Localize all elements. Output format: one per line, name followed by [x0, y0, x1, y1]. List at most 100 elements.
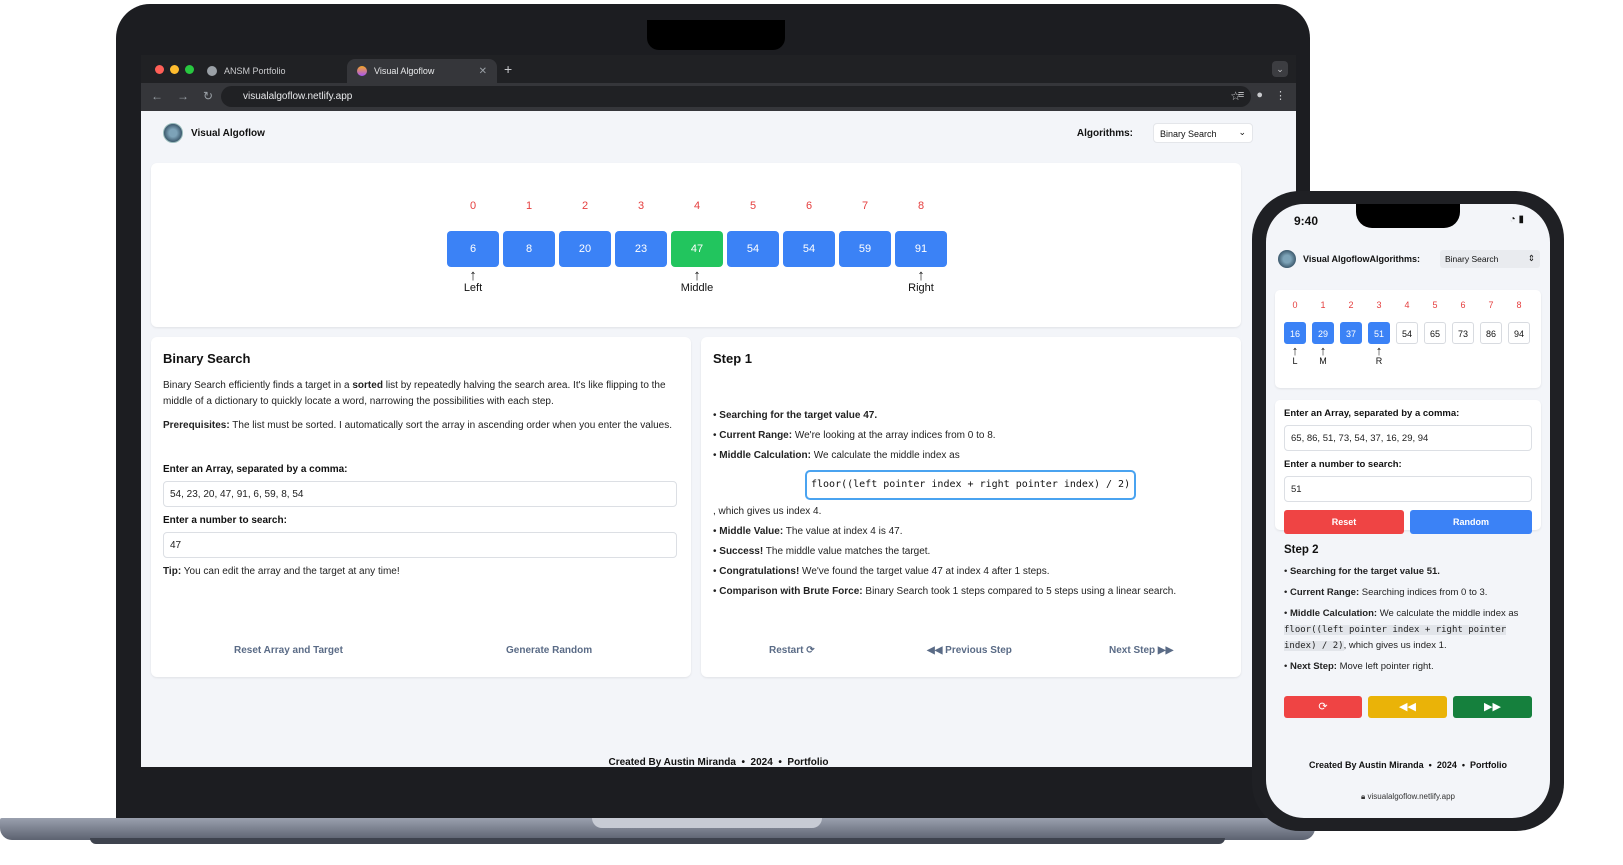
algorithm-selected: Binary Search — [1160, 129, 1217, 139]
algorithm-select[interactable]: Binary Search ⇕ — [1440, 250, 1540, 268]
new-tab-button[interactable]: + — [504, 61, 512, 77]
algorithm-info-panel: Binary Search Binary Search efficiently … — [151, 337, 691, 677]
array-cell: 16 — [1284, 322, 1306, 344]
array-index-label: 6 — [1460, 300, 1466, 310]
next-step-button[interactable]: ▶▶ — [1453, 696, 1532, 718]
reset-button[interactable]: Reset — [1284, 510, 1404, 534]
tip-text: Tip: You can edit the array and the targ… — [163, 566, 400, 577]
step-item: • Searching for the target value 47. — [713, 410, 878, 421]
algoflow-favicon-icon — [357, 66, 367, 76]
status-time: 9:40 — [1294, 214, 1319, 228]
reload-icon[interactable]: ↻ — [203, 89, 213, 103]
target-input-label: Enter a number to search: — [1284, 459, 1402, 470]
array-index-label: 8 — [1516, 300, 1522, 310]
random-button[interactable]: Random — [1410, 510, 1532, 534]
array-cell: 73 — [1452, 322, 1474, 344]
step-explanation-panel: Step 1 • Searching for the target value … — [701, 337, 1241, 677]
array-cell: 54 — [1396, 322, 1418, 344]
app-header: Visual Algoflow Algorithms: Binary Searc… — [163, 121, 1253, 145]
camera-notch — [647, 20, 785, 50]
restart-button[interactable]: Restart ⟳ — [769, 645, 815, 656]
browser-toolbar: ← → ↻ visualalgoflow.netlify.app ☆ ≡ ● ⋮ — [141, 83, 1296, 111]
close-window-button[interactable] — [155, 65, 164, 74]
app-footer: Created By Austin Miranda • 2024 • Portf… — [608, 757, 829, 767]
pointer-middle: ↑ M — [1312, 344, 1334, 366]
pointer-label: Right — [908, 282, 934, 294]
phone-step-explanation: Step 2 • Searching for the target value … — [1284, 542, 1534, 680]
step-item: • Congratulations! We've found the targe… — [713, 566, 1050, 577]
next-step-button[interactable]: Next Step ▶▶ — [1109, 645, 1173, 656]
step-item: • Current Range: Searching indices from … — [1284, 587, 1488, 598]
menu-icon[interactable]: ⋮ — [1275, 89, 1286, 102]
year: 2024 — [750, 757, 773, 767]
array-input[interactable]: 54, 23, 20, 47, 91, 6, 59, 8, 54 — [163, 481, 677, 507]
pointer-label: Left — [463, 282, 483, 294]
reset-array-button[interactable]: Reset Array and Target — [234, 645, 343, 656]
array-cell: 65 — [1424, 322, 1446, 344]
tab-visual-algoflow[interactable]: Visual Algoflow ✕ — [347, 59, 497, 83]
toolbar-actions: ≡ ● ⋮ — [1238, 89, 1286, 102]
array-cell: 6 — [447, 231, 499, 267]
algorithm-title: Binary Search — [163, 351, 251, 366]
phone-array-visualization: 0 16 1 29 2 37 3 51 4 54 5 65 6 73 7 86 8 94 ↑ L ↑ M ↑ R — [1275, 290, 1541, 388]
array-index-label: 6 — [805, 200, 813, 212]
year: 2024 — [1436, 760, 1457, 770]
array-index-label: 3 — [1376, 300, 1382, 310]
playlist-icon[interactable]: ≡ — [1238, 89, 1244, 102]
previous-step-button[interactable]: ◀◀ Previous Step — [927, 645, 1012, 656]
close-tab-icon[interactable]: ✕ — [479, 66, 487, 77]
step-item: , which gives us index 4. — [713, 506, 822, 517]
formula-box: floor((left pointer index + right pointe… — [805, 470, 1137, 500]
arrow-up-icon: ↑ — [1375, 343, 1383, 358]
chevron-down-icon: ⌄ — [1238, 127, 1246, 137]
array-input-label: Enter an Array, separated by a comma: — [163, 464, 348, 475]
laptop-base-foot — [90, 838, 1225, 844]
phone-app-header: Visual AlgoflowAlgorithms: Binary Search… — [1278, 248, 1540, 270]
portfolio-link[interactable]: Portfolio — [787, 757, 828, 767]
pointer-left: ↑ Left — [443, 268, 503, 295]
target-input-label: Enter a number to search: — [163, 515, 287, 526]
restart-button[interactable]: ⟳ — [1284, 696, 1362, 718]
array-index-label: 2 — [581, 200, 589, 212]
pointer-label: R — [1375, 356, 1383, 366]
algorithm-description: Binary Search efficiently finds a target… — [163, 380, 666, 407]
pointer-label: M — [1319, 356, 1327, 366]
address-bar[interactable]: visualalgoflow.netlify.app ☆ — [221, 86, 1251, 107]
array-input[interactable]: 65, 86, 51, 73, 54, 37, 16, 29, 94 — [1284, 425, 1532, 451]
brand-name: Visual Algoflow — [191, 127, 265, 139]
target-input[interactable]: 51 — [1284, 476, 1532, 502]
fast-forward-icon: ▶▶ — [1484, 701, 1501, 713]
minimize-window-button[interactable] — [170, 65, 179, 74]
tab-search-button[interactable]: ⌄ — [1272, 61, 1288, 77]
algoflow-logo-icon — [1278, 250, 1296, 268]
visual-algoflow-app: Visual Algoflow Algorithms: Binary Searc… — [141, 111, 1296, 767]
profile-icon[interactable]: ● — [1256, 89, 1263, 102]
back-icon[interactable]: ← — [151, 89, 163, 103]
algorithm-select[interactable]: Binary Search ⌄ — [1153, 123, 1253, 143]
step-title: Step 1 — [713, 351, 753, 366]
pointer-label: Middle — [680, 282, 714, 294]
array-index-label: 3 — [637, 200, 645, 212]
phone-url-bar[interactable]: 🔒︎ visualalgoflow.netlify.app — [1266, 792, 1550, 802]
arrow-up-icon: ↑ — [693, 267, 701, 284]
forward-icon[interactable]: → — [177, 89, 189, 103]
previous-step-button[interactable]: ◀◀ — [1368, 696, 1447, 718]
target-input[interactable]: 47 — [163, 532, 677, 558]
window-controls — [155, 65, 194, 74]
array-index-label: 0 — [469, 200, 477, 212]
restart-icon: ⟳ — [806, 645, 815, 656]
array-cell: 51 — [1368, 322, 1390, 344]
nav-buttons: ← → ↻ — [151, 89, 213, 103]
array-cell: 94 — [1508, 322, 1530, 344]
chevron-updown-icon: ⇕ — [1527, 253, 1535, 263]
lock-icon: 🔒︎ — [1361, 792, 1366, 801]
portfolio-link[interactable]: Portfolio — [1470, 760, 1507, 770]
device-mockup-stage: ANSM Portfolio ✕ Visual Algoflow ✕ + ⌄ ←… — [0, 0, 1623, 865]
step-item: • Next Step: Move left pointer right. — [1284, 661, 1434, 672]
array-index-label: 5 — [1432, 300, 1438, 310]
browser-tab-bar: ANSM Portfolio ✕ Visual Algoflow ✕ + ⌄ — [141, 55, 1296, 83]
generate-random-button[interactable]: Generate Random — [506, 645, 592, 656]
step-item: • Middle Value: The value at index 4 is … — [713, 526, 903, 537]
maximize-window-button[interactable] — [185, 65, 194, 74]
algoflow-logo-icon — [163, 123, 183, 143]
